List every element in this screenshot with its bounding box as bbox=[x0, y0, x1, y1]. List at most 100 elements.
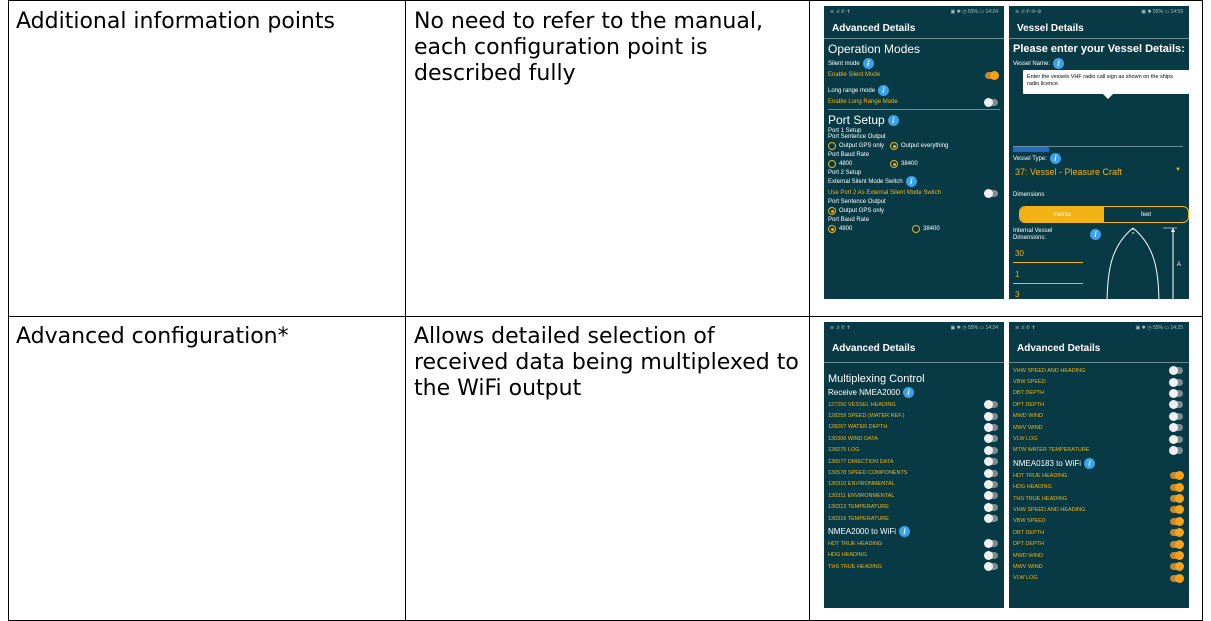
toggle-switch[interactable] bbox=[1170, 516, 1184, 526]
toggle-switch[interactable] bbox=[1169, 434, 1183, 444]
segment-metres[interactable]: metres bbox=[1020, 207, 1104, 222]
list-item[interactable]: MWV WIND bbox=[1009, 422, 1189, 433]
toggle-switch[interactable] bbox=[1170, 505, 1184, 515]
toggle-switch[interactable] bbox=[984, 422, 998, 432]
list-item[interactable]: VHW SPEED AND HEADING bbox=[1009, 504, 1189, 515]
list-item[interactable]: MWD WIND bbox=[1009, 411, 1189, 422]
toggle-switch[interactable] bbox=[1170, 539, 1184, 549]
use-port2-row[interactable]: Use Port 2 As External Silent Mode Switc… bbox=[828, 188, 1004, 198]
toggle-switch[interactable] bbox=[1169, 366, 1183, 376]
segment-feet[interactable]: feet bbox=[1104, 207, 1188, 222]
list-item[interactable]: VLW LOG bbox=[1009, 573, 1189, 584]
list-item[interactable]: MWV WIND bbox=[1009, 561, 1189, 572]
list-item[interactable]: 130316 TEMPERATURE bbox=[824, 513, 1004, 524]
radio-output-gps-only-2[interactable]: Output GPS only bbox=[828, 207, 908, 215]
long-range-toggle[interactable] bbox=[984, 97, 998, 107]
info-icon[interactable]: i bbox=[899, 525, 911, 537]
info-icon[interactable]: i bbox=[887, 114, 899, 126]
toggle-switch[interactable] bbox=[984, 479, 998, 489]
toggle-switch[interactable] bbox=[1170, 573, 1184, 583]
list-item[interactable]: HDG HEADING bbox=[1009, 482, 1189, 493]
toggle-switch[interactable] bbox=[984, 550, 998, 560]
list-item[interactable]: DPT DEPTH bbox=[1009, 399, 1189, 410]
toggle-switch[interactable] bbox=[984, 491, 998, 501]
list-item[interactable]: THS TRUE HEADING bbox=[824, 561, 1004, 572]
toggle-switch[interactable] bbox=[984, 539, 998, 549]
list-item[interactable]: DBT DEPTH bbox=[1009, 388, 1189, 399]
toggle-switch[interactable] bbox=[984, 445, 998, 455]
radio-button-selected[interactable] bbox=[890, 160, 898, 168]
list-item[interactable]: 128267 WATER DEPTH bbox=[824, 422, 1004, 433]
list-item[interactable]: VBW SPEED bbox=[1009, 516, 1189, 527]
toggle-switch[interactable] bbox=[984, 400, 998, 410]
info-icon[interactable]: i bbox=[862, 58, 874, 69]
info-icon[interactable]: i bbox=[903, 386, 915, 398]
toggle-switch[interactable] bbox=[984, 457, 998, 467]
dimension-c-value[interactable]: 3 bbox=[1015, 290, 1019, 299]
radio-button[interactable] bbox=[828, 142, 836, 150]
toggle-switch[interactable] bbox=[1169, 388, 1183, 398]
toggle-switch[interactable] bbox=[1169, 411, 1183, 421]
list-item[interactable]: HDT TRUE HEADING bbox=[824, 538, 1004, 549]
toggle-switch[interactable] bbox=[1170, 528, 1184, 538]
list-item[interactable]: MWD WIND bbox=[1009, 550, 1189, 561]
dimension-b-value[interactable]: 1 bbox=[1015, 270, 1019, 279]
radio-button-selected[interactable] bbox=[828, 207, 836, 215]
toggle-switch[interactable] bbox=[1169, 400, 1183, 410]
list-item[interactable]: VLW LOG bbox=[1009, 433, 1189, 444]
info-icon[interactable]: i bbox=[1084, 457, 1096, 469]
toggle-switch[interactable] bbox=[1170, 494, 1184, 504]
toggle-switch[interactable] bbox=[984, 502, 998, 512]
info-icon[interactable]: i bbox=[878, 85, 890, 96]
toggle-switch[interactable] bbox=[984, 562, 998, 572]
info-icon[interactable]: i bbox=[1053, 58, 1065, 69]
radio-baud-4800-2[interactable]: 4800 bbox=[828, 225, 912, 233]
radio-button[interactable] bbox=[912, 225, 920, 233]
enable-silent-row[interactable]: Enable Silent Mode bbox=[828, 70, 1004, 80]
radio-baud-4800[interactable]: 4800 bbox=[828, 160, 890, 168]
list-item[interactable]: 130578 SPEED COMPONENTS bbox=[824, 467, 1004, 478]
list-item[interactable]: 130312 TEMPERATURE bbox=[824, 502, 1004, 513]
list-item[interactable]: DPT DEPTH bbox=[1009, 538, 1189, 549]
info-icon[interactable]: i bbox=[1049, 153, 1061, 164]
radio-baud-38400-2[interactable]: 38400 bbox=[912, 225, 972, 233]
toggle-switch[interactable] bbox=[1170, 562, 1184, 572]
toggle-switch[interactable] bbox=[984, 468, 998, 478]
list-item[interactable]: HDG HEADING bbox=[824, 550, 1004, 561]
dimension-a-value[interactable]: 30 bbox=[1015, 249, 1024, 258]
radio-button[interactable] bbox=[828, 160, 836, 168]
radio-button-selected[interactable] bbox=[890, 142, 898, 150]
toggle-switch[interactable] bbox=[1169, 445, 1183, 455]
list-item[interactable]: 130306 WIND DATA bbox=[824, 433, 1004, 444]
list-item[interactable]: DBT DEPTH bbox=[1009, 527, 1189, 538]
toggle-switch[interactable] bbox=[1169, 377, 1183, 387]
list-item[interactable]: 127250 VESSEL HEADING bbox=[824, 399, 1004, 410]
info-icon[interactable]: i bbox=[905, 176, 917, 187]
use-port2-toggle[interactable] bbox=[984, 188, 998, 198]
radio-output-gps-only[interactable]: Output GPS only bbox=[828, 142, 890, 150]
radio-button-selected[interactable] bbox=[828, 225, 836, 233]
enable-long-range-row[interactable]: Enable Long Range Mode bbox=[828, 97, 1004, 107]
toggle-switch[interactable] bbox=[984, 411, 998, 421]
list-item[interactable]: 128259 SPEED (WATER REF.) bbox=[824, 410, 1004, 421]
list-item[interactable]: VHW SPEED AND HEADING bbox=[1009, 365, 1189, 376]
toggle-switch[interactable] bbox=[1170, 471, 1184, 481]
toggle-switch[interactable] bbox=[1169, 423, 1183, 433]
toggle-switch[interactable] bbox=[984, 514, 998, 524]
list-item[interactable]: HDT TRUE HEADING bbox=[1009, 470, 1189, 481]
units-segmented-control[interactable]: metres feet bbox=[1019, 206, 1189, 223]
list-item[interactable]: 130310 ENVIRONMENTAL bbox=[824, 479, 1004, 490]
vessel-type-select[interactable]: 37: Vessel - Pleasure Craft bbox=[1015, 167, 1122, 177]
silent-mode-toggle[interactable] bbox=[985, 70, 999, 80]
toggle-switch[interactable] bbox=[984, 434, 998, 444]
list-item[interactable]: VBW SPEED bbox=[1009, 376, 1189, 387]
list-item[interactable]: 130311 ENVIRONMENTAL bbox=[824, 490, 1004, 501]
radio-baud-38400[interactable]: 38400 bbox=[890, 160, 970, 168]
radio-output-everything[interactable]: Output everything bbox=[890, 142, 970, 150]
list-item[interactable]: 128275 LOG bbox=[824, 445, 1004, 456]
list-item[interactable]: THS TRUE HEADING bbox=[1009, 493, 1189, 504]
toggle-switch[interactable] bbox=[1170, 551, 1184, 561]
toggle-switch[interactable] bbox=[1170, 482, 1184, 492]
dropdown-arrow-icon[interactable]: ▼ bbox=[1175, 167, 1181, 173]
list-item[interactable]: 130577 DIRECTION DATA bbox=[824, 456, 1004, 467]
